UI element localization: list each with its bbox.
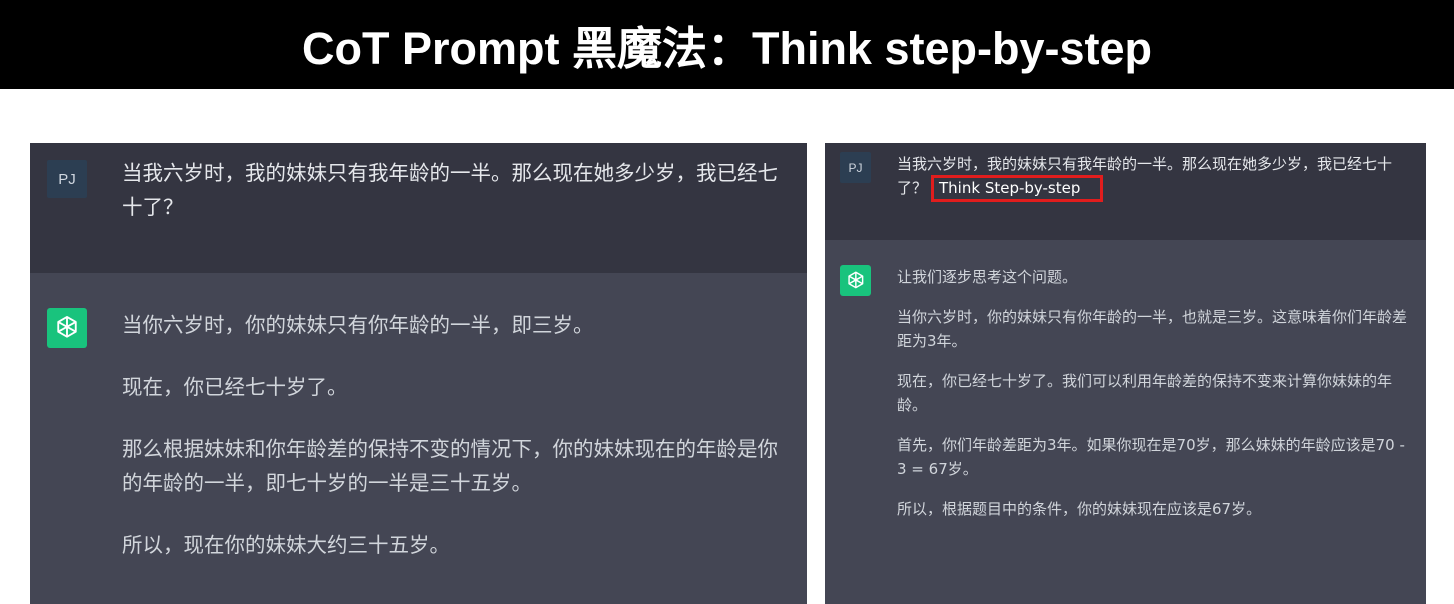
assistant-message: 让我们逐步思考这个问题。 当你六岁时，你的妹妹只有你年龄的一半，也就是三岁。这意… <box>897 265 1417 537</box>
user-message: 当我六岁时，我的妹妹只有我年龄的一半。那么现在她多少岁，我已经七十了？ <box>122 161 778 219</box>
assistant-paragraph: 所以，根据题目中的条件，你的妹妹现在应该是67岁。 <box>897 500 1262 518</box>
user-message-block: PJ 当我六岁时，我的妹妹只有我年龄的一半。那么现在她多少岁，我已经七十了？ <box>30 143 807 273</box>
openai-logo-icon <box>840 265 871 296</box>
assistant-paragraph: 当你六岁时，你的妹妹只有你年龄的一半，即三岁。 <box>122 313 594 337</box>
user-message-block: PJ 当我六岁时，我的妹妹只有我年龄的一半。那么现在她多少岁，我已经七十了？ Th… <box>825 143 1426 240</box>
assistant-paragraph: 现在，你已经七十岁了。 <box>122 375 348 399</box>
assistant-paragraph: 那么根据妹妹和你年龄差的保持不变的情况下，你的妹妹现在的年龄是你的年龄的一半，即… <box>122 437 778 495</box>
assistant-paragraph: 让我们逐步思考这个问题。 <box>897 268 1078 286</box>
user-avatar: PJ <box>840 152 871 183</box>
assistant-message-block: 当你六岁时，你的妹妹只有你年龄的一半，即三岁。 现在，你已经七十岁了。 那么根据… <box>30 273 807 604</box>
user-message: 当我六岁时，我的妹妹只有我年龄的一半。那么现在她多少岁，我已经七十了？ Think… <box>897 152 1417 202</box>
page-title: CoT Prompt 黑魔法：Think step-by-step <box>0 0 1454 89</box>
assistant-message: 当你六岁时，你的妹妹只有你年龄的一半，即三岁。 现在，你已经七十岁了。 那么根据… <box>122 308 792 590</box>
highlighted-prompt: Think Step-by-step <box>931 175 1104 202</box>
chat-panel-left: PJ 当我六岁时，我的妹妹只有我年龄的一半。那么现在她多少岁，我已经七十了？ 当… <box>30 143 807 604</box>
openai-logo-icon <box>47 308 87 348</box>
assistant-paragraph: 当你六岁时，你的妹妹只有你年龄的一半，也就是三岁。这意味着你们年龄差距为3年。 <box>897 308 1408 350</box>
assistant-paragraph: 首先，你们年龄差距为3年。如果你现在是70岁，那么妹妹的年龄应该是70 - 3 … <box>897 436 1405 478</box>
user-avatar: PJ <box>47 160 87 198</box>
assistant-paragraph: 现在，你已经七十岁了。我们可以利用年龄差的保持不变来计算你妹妹的年龄。 <box>897 372 1393 414</box>
chat-panel-right: PJ 当我六岁时，我的妹妹只有我年龄的一半。那么现在她多少岁，我已经七十了？ Th… <box>825 143 1426 604</box>
assistant-message-block: 让我们逐步思考这个问题。 当你六岁时，你的妹妹只有你年龄的一半，也就是三岁。这意… <box>825 240 1426 604</box>
assistant-paragraph: 所以，现在你的妹妹大约三十五岁。 <box>122 533 450 557</box>
